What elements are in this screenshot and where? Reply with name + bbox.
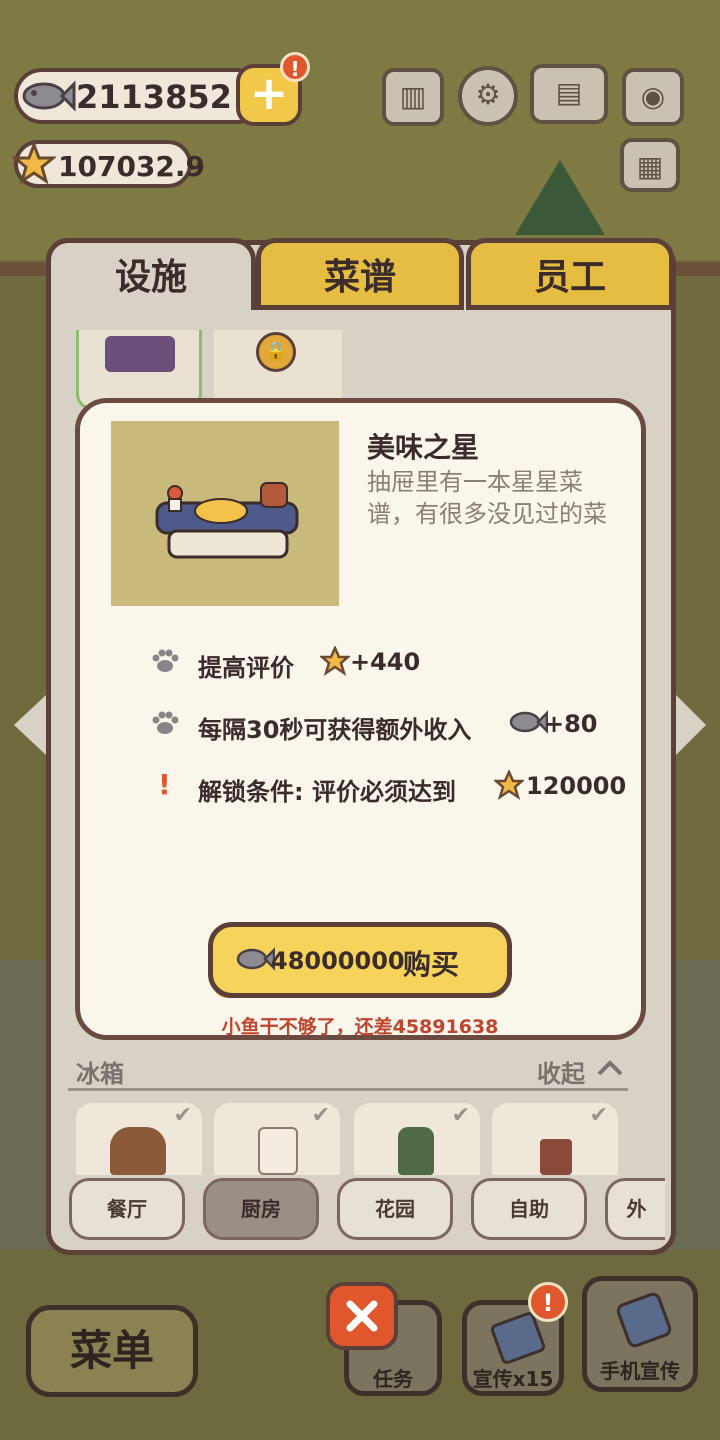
category-outdoor[interactable]: 外 bbox=[605, 1178, 665, 1240]
lock-icon: 🔒 bbox=[256, 332, 296, 372]
insufficient-funds-warning: 小鱼干不够了，还差45891638 bbox=[221, 1016, 499, 1038]
gear-icon[interactable]: ⚙ bbox=[458, 66, 518, 126]
item-image bbox=[111, 421, 339, 606]
category-kitchen[interactable]: 厨房 bbox=[203, 1178, 319, 1240]
promotion-label: 宣传x15 bbox=[472, 1367, 554, 1391]
fridge-thumbnail bbox=[258, 1127, 298, 1175]
effect-value-income: +80 bbox=[544, 710, 598, 738]
fish-count: 2113852 bbox=[76, 78, 232, 116]
fridge-card[interactable]: ✔ bbox=[214, 1103, 340, 1175]
category-garden[interactable]: 花园 bbox=[337, 1178, 453, 1240]
item-title: 美味之星 bbox=[367, 431, 480, 464]
unlock-condition-value: 120000 bbox=[526, 772, 627, 800]
price-value: 48000000 bbox=[271, 947, 405, 975]
phone-icon bbox=[614, 1290, 674, 1350]
fridge-thumbnail bbox=[398, 1127, 434, 1175]
menu-button[interactable]: 菜单 bbox=[26, 1305, 198, 1397]
locked-facility-card[interactable]: 🔒 bbox=[214, 330, 342, 400]
star-rating-display: 107032.9 bbox=[12, 140, 205, 188]
ranking-icon[interactable]: ▥ bbox=[382, 68, 444, 126]
notification-badge: ! bbox=[280, 52, 310, 82]
check-icon: ✔ bbox=[173, 1103, 192, 1128]
fridge-thumbnail bbox=[540, 1139, 572, 1175]
phone-promotion-label: 手机宣传 bbox=[600, 1359, 680, 1383]
section-title: 冰箱 bbox=[76, 1060, 124, 1088]
tasks-label: 任务 bbox=[373, 1367, 413, 1391]
close-button[interactable] bbox=[326, 1282, 398, 1350]
check-icon: ✔ bbox=[451, 1103, 470, 1128]
paw-icon bbox=[152, 649, 179, 672]
check-icon: ✔ bbox=[589, 1103, 608, 1128]
fish-icon bbox=[509, 710, 548, 734]
fish-icon bbox=[236, 947, 275, 971]
item-description: 抽屉里有一本星星菜谱，有很多没见过的菜 bbox=[367, 468, 607, 528]
next-arrow-icon[interactable] bbox=[676, 695, 706, 755]
furniture-thumbnail bbox=[105, 336, 175, 372]
star-count: 107032.9 bbox=[58, 150, 206, 183]
unlock-condition-label: 解锁条件: 评价必须达到 bbox=[198, 778, 456, 806]
star-icon bbox=[494, 770, 524, 800]
tab-staff[interactable]: 员工 bbox=[466, 238, 674, 310]
fish-icon bbox=[22, 80, 76, 112]
pine-tree-decoration bbox=[515, 160, 605, 235]
category-self-service[interactable]: 自助 bbox=[471, 1178, 587, 1240]
close-icon bbox=[346, 1300, 378, 1332]
newspaper-icon[interactable]: ▦ bbox=[620, 138, 680, 192]
buy-button[interactable]: 48000000 购买 bbox=[208, 922, 512, 998]
fridge-thumbnail bbox=[110, 1127, 166, 1175]
fish-currency-display: 2113852 bbox=[14, 68, 264, 124]
promotion-badge: ! bbox=[528, 1282, 568, 1322]
fridge-card[interactable]: ✔ bbox=[354, 1103, 480, 1175]
dresser-illustration bbox=[155, 482, 299, 559]
check-icon: ✔ bbox=[311, 1103, 330, 1128]
tab-recipes[interactable]: 菜谱 bbox=[256, 238, 464, 310]
exclamation-icon: ! bbox=[158, 768, 171, 801]
paw-icon bbox=[152, 711, 179, 734]
effect-label-income: 每隔30秒可获得额外收入 bbox=[198, 716, 472, 744]
effect-label-rating: 提高评价 bbox=[198, 654, 294, 682]
star-icon bbox=[12, 142, 56, 185]
star-icon bbox=[320, 646, 350, 676]
section-divider bbox=[68, 1088, 628, 1091]
previous-arrow-icon[interactable] bbox=[14, 695, 46, 755]
fridge-card[interactable]: ✔ bbox=[76, 1103, 202, 1175]
buy-label: 购买 bbox=[403, 948, 460, 981]
chevron-up-icon[interactable] bbox=[596, 1058, 624, 1078]
background-sky bbox=[0, 0, 720, 260]
fridge-card[interactable]: ✔ bbox=[492, 1103, 618, 1175]
effect-value-rating: +440 bbox=[350, 648, 421, 676]
camera-icon[interactable]: ◉ bbox=[622, 68, 684, 126]
phone-promotion-button[interactable]: 手机宣传 bbox=[582, 1276, 698, 1392]
category-restaurant[interactable]: 餐厅 bbox=[69, 1178, 185, 1240]
cookbook-icon[interactable]: ▤ bbox=[530, 64, 608, 124]
tab-facilities[interactable]: 设施 bbox=[46, 238, 256, 310]
collapse-button[interactable]: 收起 bbox=[537, 1054, 585, 1089]
